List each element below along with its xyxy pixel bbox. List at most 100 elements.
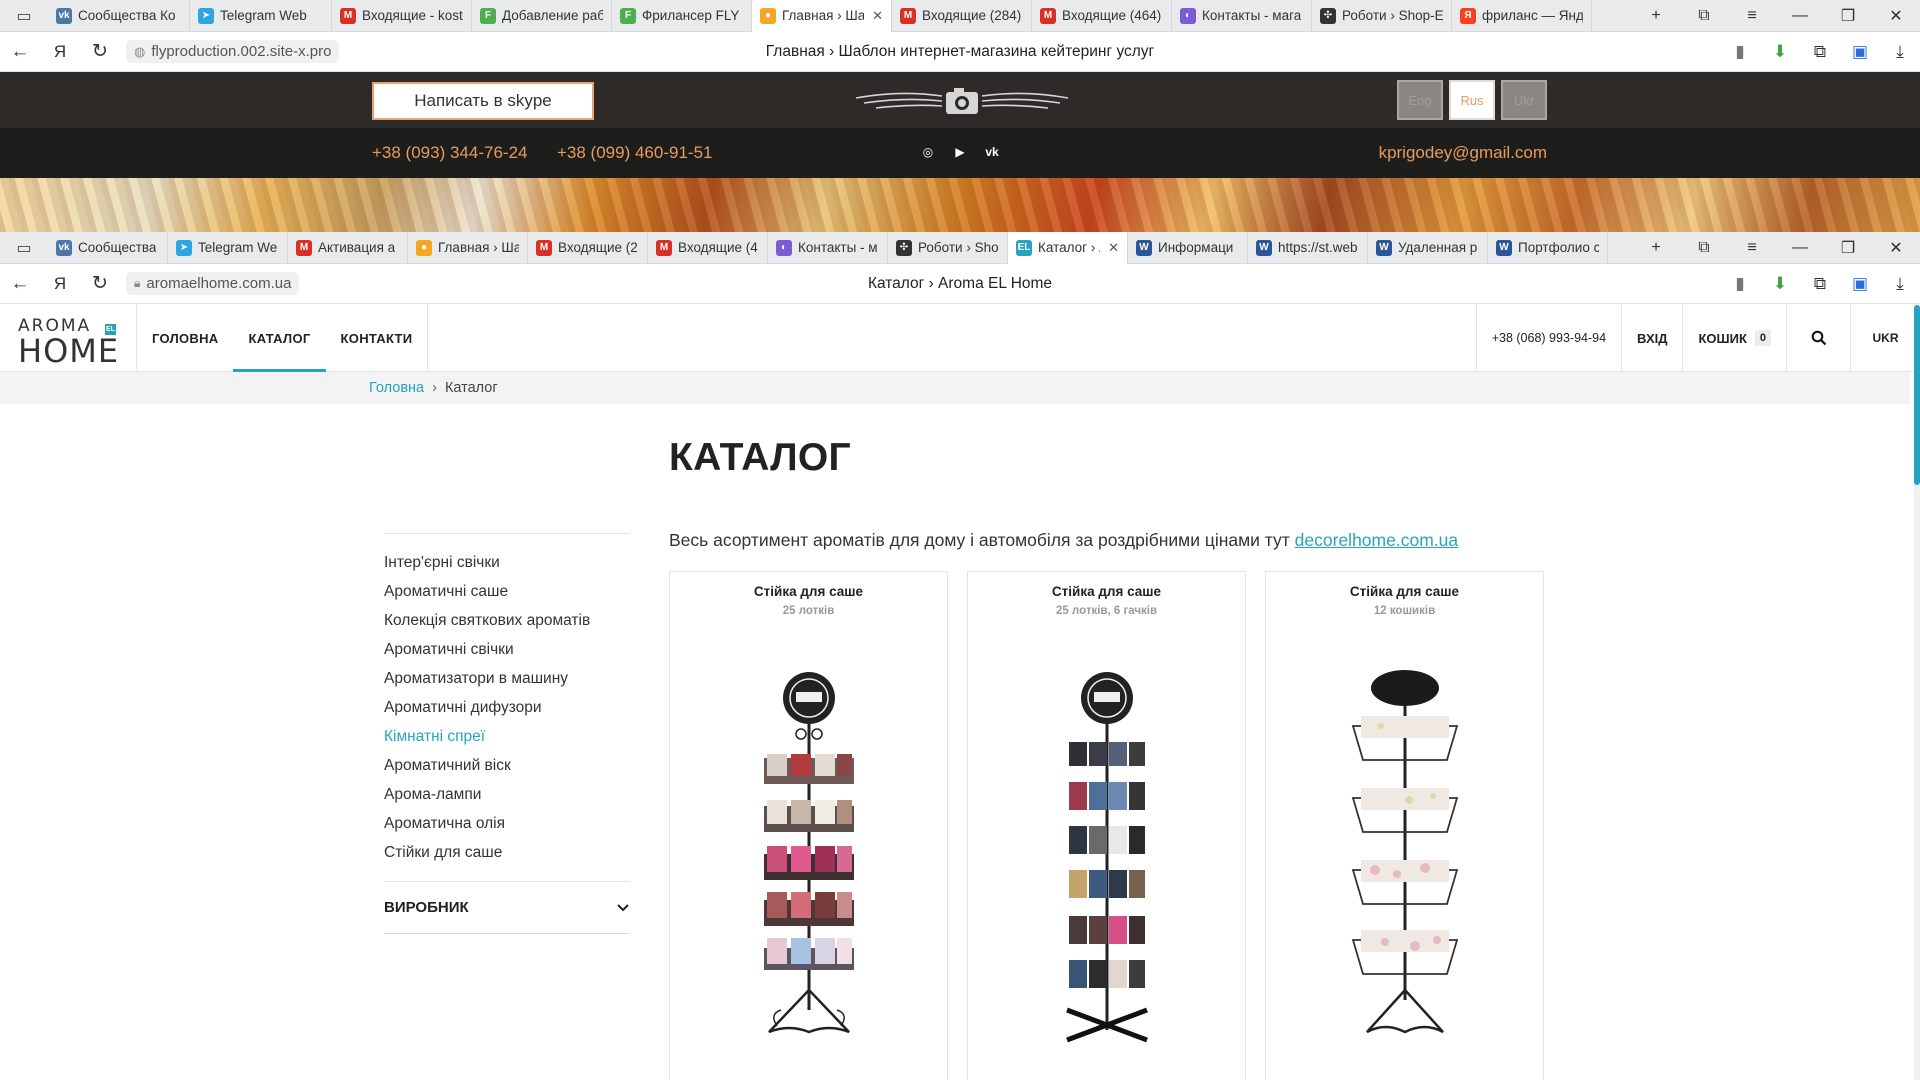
instagram-icon[interactable]: ◎: [918, 142, 938, 162]
minimize-button[interactable]: —: [1776, 0, 1824, 32]
nav-catalog[interactable]: КАТАЛОГ: [233, 304, 326, 372]
search-button[interactable]: [1786, 304, 1850, 372]
lang-eng-button[interactable]: Eng: [1397, 80, 1443, 120]
gmail-icon: M: [536, 239, 552, 256]
email-link[interactable]: kprigodey@gmail.com: [1379, 143, 1547, 163]
url-field[interactable]: ◍ flyproduction.002.site-x.pro: [126, 40, 340, 63]
yandex-icon[interactable]: Я: [40, 274, 80, 294]
image-icon[interactable]: ▣: [1840, 42, 1880, 62]
phone-link-1[interactable]: +38 (093) 344-76-24: [372, 143, 527, 163]
aroma-home-logo[interactable]: AROMA HOME EL: [18, 316, 118, 367]
minimize-button[interactable]: —: [1776, 232, 1824, 264]
product-card[interactable]: Стійка для саше 12 кошиків: [1265, 571, 1544, 1080]
browser-tab[interactable]: ➤ Telegram We: [168, 231, 288, 264]
browser-tab[interactable]: W Информаци: [1128, 231, 1248, 264]
browser-tab[interactable]: ➤ Telegram Web: [190, 0, 332, 32]
breadcrumb-home-link[interactable]: Головна: [369, 380, 424, 396]
browser-tab[interactable]: ◐ Контакты - м: [768, 231, 888, 264]
sidebar-category-item[interactable]: Стійки для саше: [384, 838, 630, 867]
close-window-button[interactable]: ✕: [1872, 232, 1920, 264]
sidebar-category-item[interactable]: Ароматична олія: [384, 809, 630, 838]
browser-tab[interactable]: ◐ Контакты - мага: [1172, 0, 1312, 32]
browser-tab[interactable]: Яфриланс — Янде: [1452, 0, 1592, 32]
sidebar-category-item[interactable]: Ароматичні саше: [384, 577, 630, 606]
new-tab-button[interactable]: +: [1632, 232, 1680, 264]
downloads-icon[interactable]: ⤓: [1880, 42, 1920, 62]
browser-tab[interactable]: vk Сообщества Ко: [48, 0, 190, 32]
sidebar-category-item[interactable]: Арома-лампи: [384, 780, 630, 809]
browser-tab[interactable]: W Портфолио с: [1488, 231, 1608, 264]
back-icon[interactable]: ←: [0, 41, 40, 63]
browser-tab[interactable]: vk Сообщества: [48, 231, 168, 264]
manufacturer-filter[interactable]: ВИРОБНИК: [384, 882, 630, 934]
skype-button[interactable]: Написать в skype: [372, 82, 594, 120]
browser-tab[interactable]: M Входящие (464): [1032, 0, 1172, 32]
nav-home[interactable]: ГОЛОВНА: [137, 304, 233, 372]
downloads-icon[interactable]: ⤓: [1880, 274, 1920, 294]
page-scrollbar-thumb[interactable]: [1914, 305, 1920, 485]
browser-tab[interactable]: M Активация а: [288, 231, 408, 264]
sidebar-category-item[interactable]: Ароматичні свічки: [384, 635, 630, 664]
yandex-icon[interactable]: Я: [40, 42, 80, 62]
sidebar-category-item[interactable]: Кімнатні спреї: [384, 722, 630, 751]
translate-icon[interactable]: ⧉: [1800, 42, 1840, 62]
restore-button[interactable]: ❐: [1824, 0, 1872, 32]
cart-button[interactable]: КОШИК 0: [1682, 304, 1786, 372]
browser-tab-label: Портфолио с: [1518, 240, 1599, 255]
browser-tab[interactable]: ● Главная › Шаб ✕: [752, 0, 892, 32]
sidebar-category-item[interactable]: Колекція святкових ароматів: [384, 606, 630, 635]
new-tab-button[interactable]: +: [1632, 0, 1680, 32]
phone-link-2[interactable]: +38 (099) 460-91-51: [557, 143, 712, 163]
browser-tab[interactable]: W Удаленная р: [1368, 231, 1488, 264]
close-tab-icon[interactable]: ✕: [1108, 240, 1119, 256]
close-tab-icon[interactable]: ✕: [872, 8, 883, 24]
youtube-icon[interactable]: ▶: [950, 142, 970, 162]
browser-tab[interactable]: EL Каталог › A ✕: [1008, 231, 1128, 264]
browser-tab[interactable]: M Входящие (4: [648, 231, 768, 264]
language-switch[interactable]: UKR: [1850, 304, 1920, 372]
retail-site-link[interactable]: decorelhome.com.ua: [1295, 530, 1458, 550]
breadcrumb: Головна › Каталог: [0, 372, 1910, 404]
sidebar-toggle-icon[interactable]: ▭: [0, 0, 48, 32]
product-card[interactable]: Стійка для саше 25 лотків, 6 гачків: [967, 571, 1246, 1080]
reload-icon[interactable]: ↻: [80, 40, 120, 63]
browser-tab[interactable]: ✣ Роботи › Shop-E: [1312, 0, 1452, 32]
product-title: Стійка для саше: [1349, 584, 1460, 599]
reload-icon[interactable]: ↻: [80, 272, 120, 295]
manufacturer-filter-label: ВИРОБНИК: [384, 899, 469, 916]
header-phone[interactable]: +38 (068) 993-94-94: [1475, 304, 1621, 372]
sidebar-category-item[interactable]: Ароматичний віск: [384, 751, 630, 780]
bookmarks-icon[interactable]: ⧉: [1680, 0, 1728, 32]
browser-tab[interactable]: ● Главная › Ша: [408, 231, 528, 264]
nav-contacts[interactable]: КОНТАКТИ: [326, 304, 428, 372]
lang-ukr-button[interactable]: Ukr: [1501, 80, 1547, 120]
menu-icon[interactable]: ≡: [1728, 0, 1776, 32]
browser-tab[interactable]: M Входящие (284): [892, 0, 1032, 32]
back-icon[interactable]: ←: [0, 273, 40, 295]
login-link[interactable]: ВХІД: [1621, 304, 1682, 372]
lang-rus-button[interactable]: Rus: [1449, 80, 1495, 120]
browser-tab[interactable]: F Добавление раб: [472, 0, 612, 32]
download-arrow-icon[interactable]: ⬇: [1760, 274, 1800, 294]
bookmarks-icon[interactable]: ⧉: [1680, 232, 1728, 264]
browser-tab[interactable]: ✣ Роботи › Sho: [888, 231, 1008, 264]
vk-icon[interactable]: vk: [982, 142, 1002, 162]
url-field-2[interactable]: 🔒︎ aromaelhome.com.ua: [126, 272, 300, 295]
bookmark-icon[interactable]: ▮: [1720, 274, 1760, 294]
close-window-button[interactable]: ✕: [1872, 0, 1920, 32]
download-arrow-icon[interactable]: ⬇: [1760, 42, 1800, 62]
bookmark-icon[interactable]: ▮: [1720, 42, 1760, 62]
sidebar-category-item[interactable]: Інтер'єрні свічки: [384, 548, 630, 577]
image-icon[interactable]: ▣: [1840, 274, 1880, 294]
sidebar-category-item[interactable]: Ароматичні дифузори: [384, 693, 630, 722]
product-card[interactable]: Стійка для саше 25 лотків: [669, 571, 948, 1080]
browser-tab[interactable]: F Фрилансер FLY p: [612, 0, 752, 32]
browser-tab[interactable]: M Входящие - kost: [332, 0, 472, 32]
menu-icon[interactable]: ≡: [1728, 232, 1776, 264]
restore-button[interactable]: ❐: [1824, 232, 1872, 264]
browser-tab[interactable]: M Входящие (2: [528, 231, 648, 264]
translate-icon[interactable]: ⧉: [1800, 274, 1840, 294]
sidebar-toggle-icon[interactable]: ▭: [0, 232, 48, 264]
sidebar-category-item[interactable]: Ароматизатори в машину: [384, 664, 630, 693]
browser-tab[interactable]: Whttps://st.web: [1248, 231, 1368, 264]
